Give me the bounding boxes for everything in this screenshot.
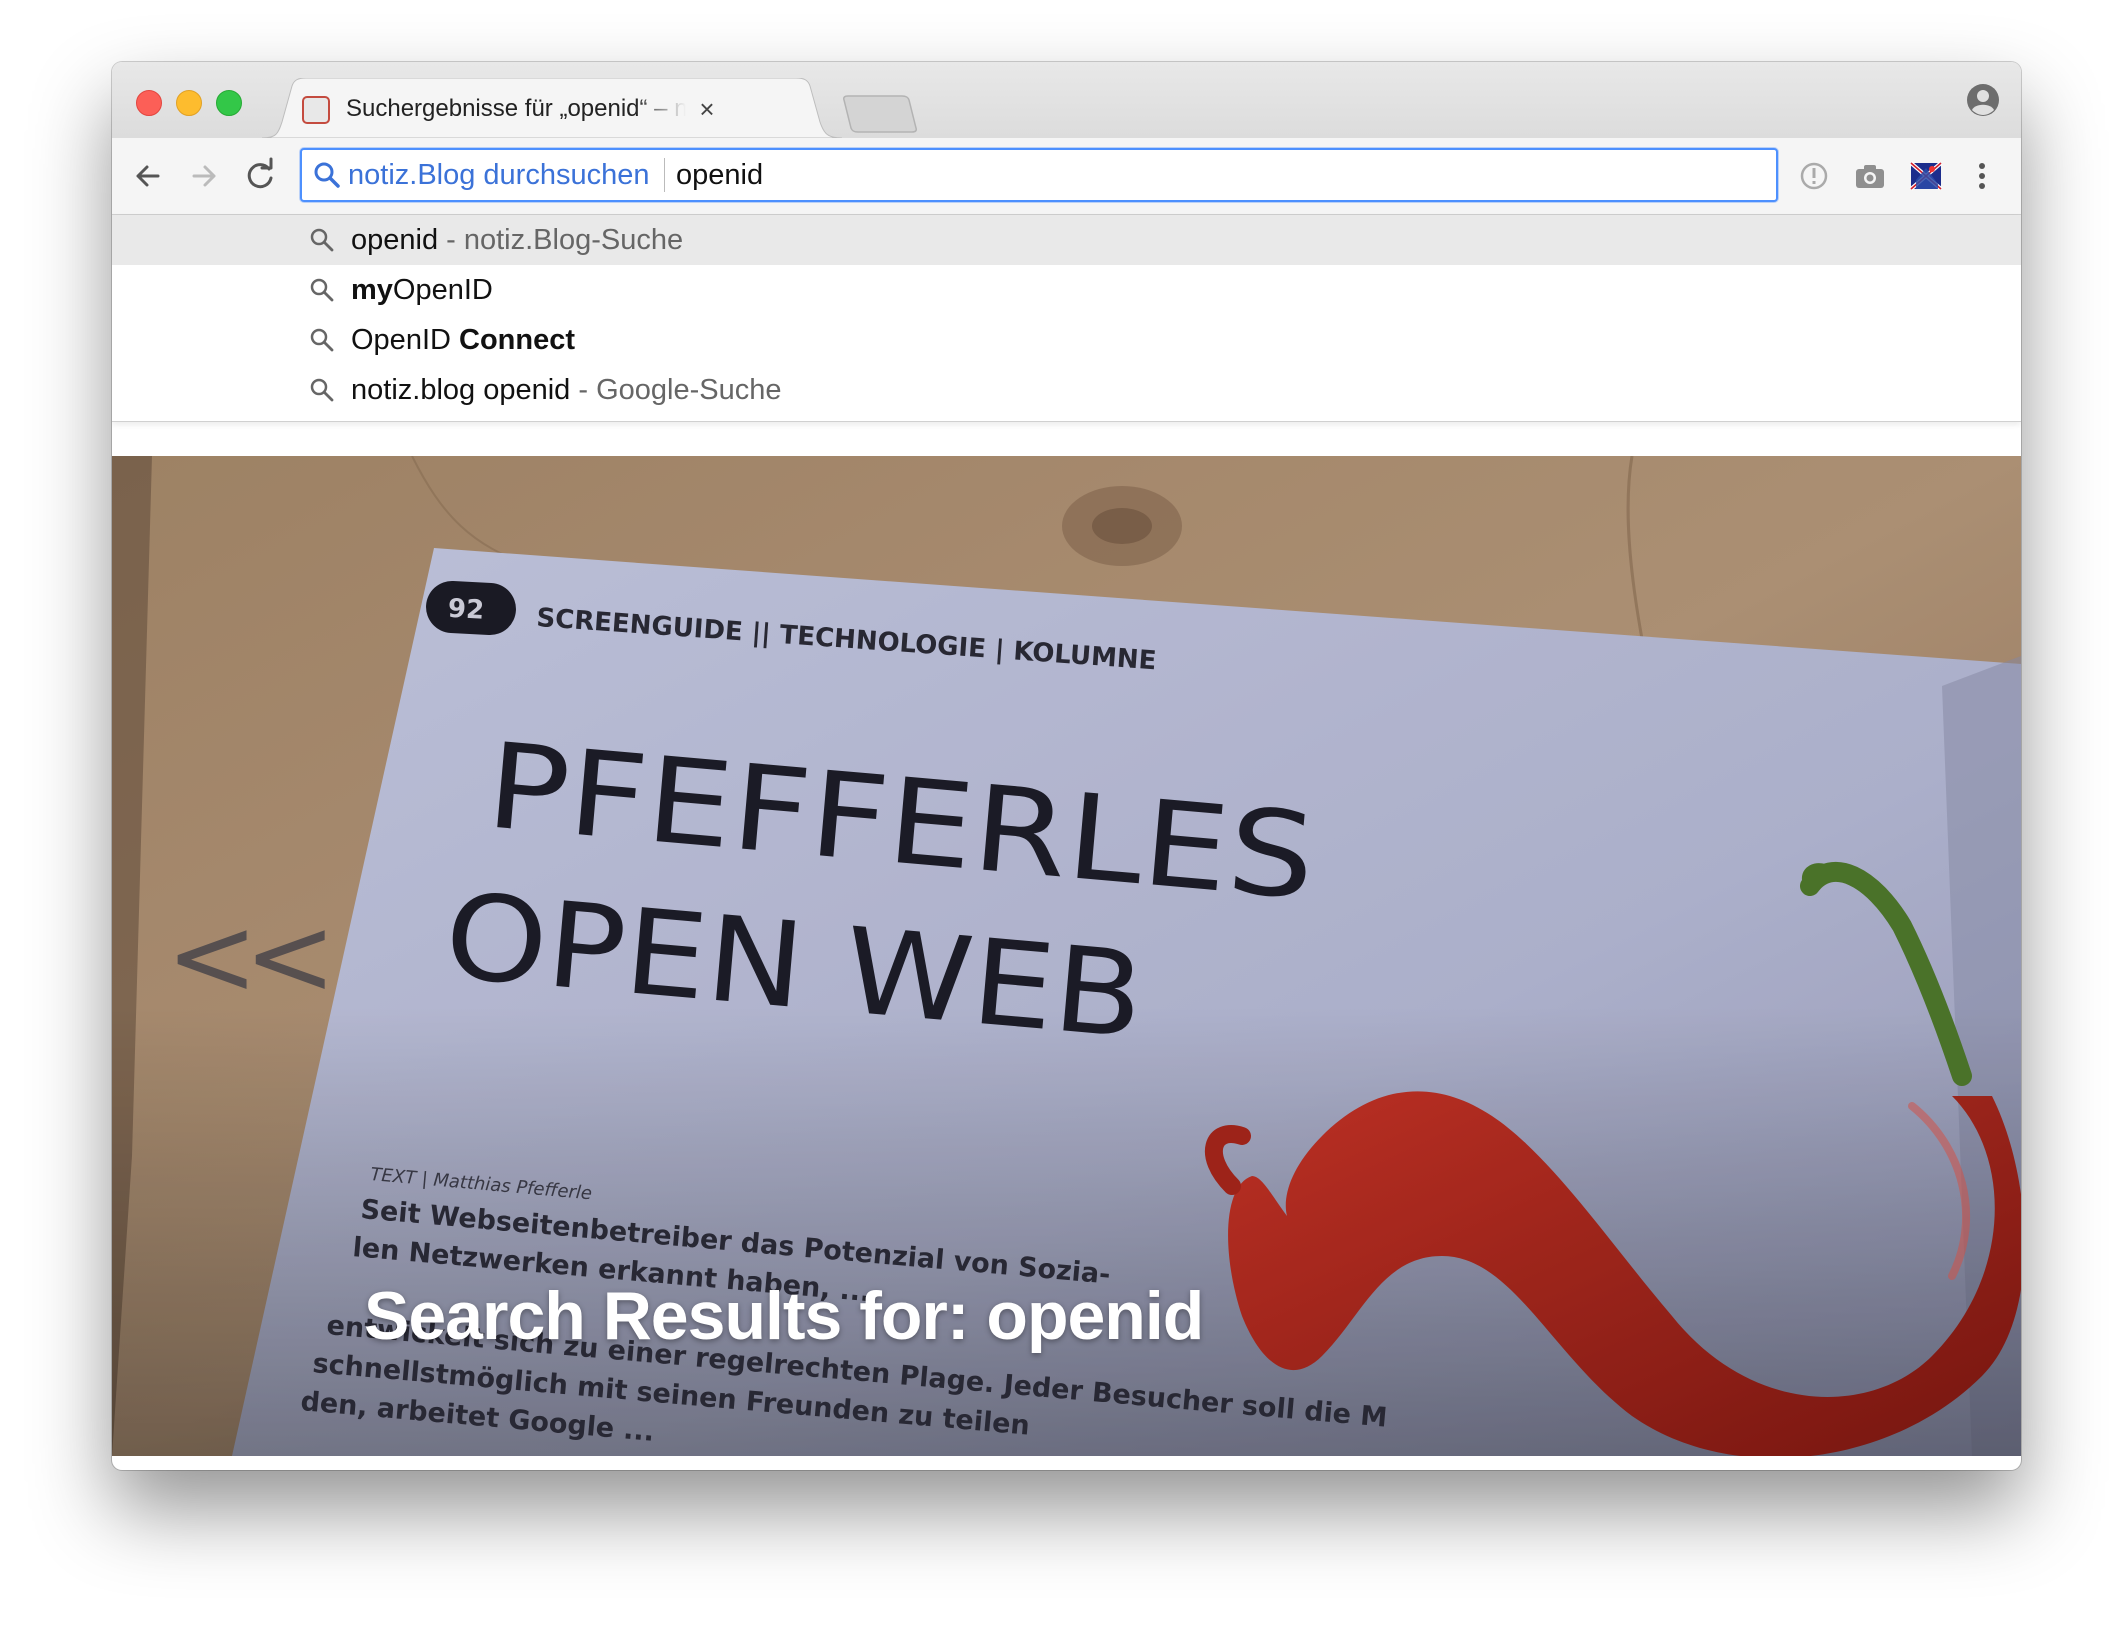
suggestion-item[interactable]: OpenID Connect (112, 315, 2021, 365)
title-bar: Suchergebnisse für „openid“ – notiz.Blog… (112, 62, 2021, 138)
address-bar[interactable]: notiz.Blog durchsuchen (300, 148, 1778, 202)
tab-active[interactable]: Suchergebnisse für „openid“ – notiz.Blog… (262, 78, 842, 138)
minimize-window-button[interactable] (176, 90, 202, 116)
magnifier-icon (310, 228, 334, 252)
search-keyword-label: notiz.Blog durchsuchen (348, 159, 650, 191)
page-title: Search Results for: openid (364, 1278, 1204, 1354)
suggestion-main: notiz.blog openid (351, 374, 571, 406)
kebab-menu-icon[interactable] (1964, 158, 2000, 194)
suggestion-source: - notiz.Blog-Suche (438, 224, 684, 256)
suggestion-text: OpenID Connect (351, 315, 575, 365)
tab-title: Suchergebnisse für „openid“ – notiz.Blog (346, 95, 686, 122)
suggestion-main: OpenID (351, 324, 459, 356)
suggestion-text: myOpenID (351, 265, 493, 315)
maximize-window-button[interactable] (216, 90, 242, 116)
magnifier-icon (310, 278, 334, 302)
magnifier-icon (310, 378, 334, 402)
suggestion-source: - Google-Suche (570, 374, 782, 406)
info-circle-icon[interactable] (1796, 158, 1832, 194)
suggestion-item[interactable]: openid - notiz.Blog-Suche (112, 215, 2021, 265)
suggestion-bold: Connect (459, 324, 575, 356)
tab-close-button[interactable]: × (690, 92, 724, 126)
flag-extension-icon[interactable] (1908, 158, 1944, 194)
browser-toolbar: notiz.Blog durchsuchen (112, 138, 2021, 215)
site-favicon-icon (302, 96, 330, 124)
suggestion-rest: OpenID (392, 274, 493, 306)
search-input[interactable] (676, 154, 1576, 196)
magnifier-icon (310, 328, 334, 352)
suggestion-main: openid (351, 224, 439, 256)
reload-icon[interactable] (240, 156, 280, 196)
suggestion-item[interactable]: myOpenID (112, 265, 2021, 315)
suggestion-bold: my (351, 274, 393, 306)
suggestion-item[interactable]: notiz.blog openid - Google-Suche (112, 365, 2021, 415)
omnibox-suggestions: openid - notiz.Blog-Suche myOpenID OpenI… (112, 215, 2021, 422)
person-circle-icon[interactable] (1965, 82, 2001, 118)
arrow-right-icon[interactable] (184, 156, 224, 196)
suggestion-text: openid - notiz.Blog-Suche (351, 215, 683, 265)
magnifier-icon (314, 162, 340, 188)
new-tab-button[interactable] (842, 94, 918, 134)
camera-icon[interactable] (1852, 158, 1888, 194)
close-window-button[interactable] (136, 90, 162, 116)
arrow-left-icon[interactable] (128, 156, 168, 196)
suggestion-text: notiz.blog openid - Google-Suche (351, 365, 781, 415)
page-content: 92 SCREENGUIDE || TECHNOLOGIE | KOLUMNE … (112, 456, 2021, 1456)
browser-window: Suchergebnisse für „openid“ – notiz.Blog… (112, 62, 2021, 1470)
keyword-divider (664, 158, 665, 192)
previous-slide-arrow[interactable]: << (166, 901, 336, 1011)
